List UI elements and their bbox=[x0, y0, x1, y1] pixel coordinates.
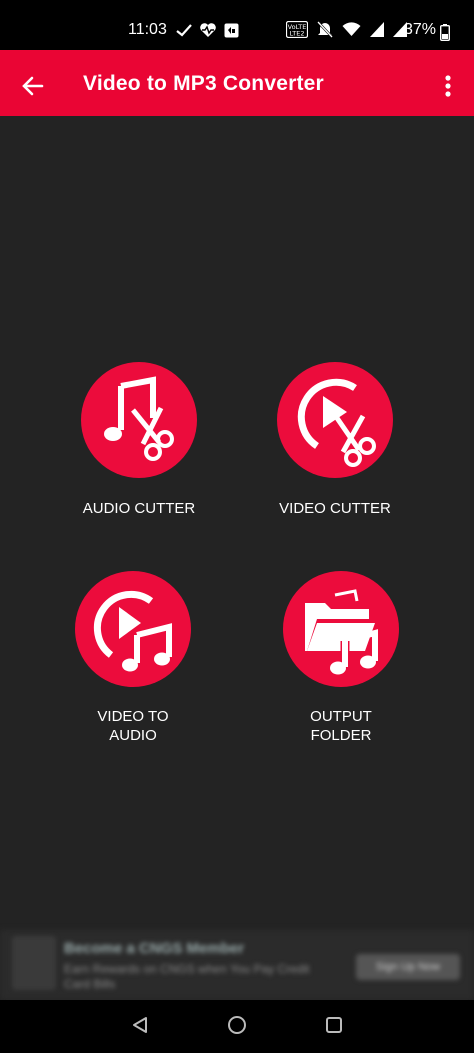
ad-cta-button[interactable]: Sign Up Now bbox=[356, 954, 460, 980]
recents-square-icon[interactable] bbox=[324, 1015, 344, 1035]
video-to-audio-button[interactable] bbox=[75, 571, 191, 687]
play-music-icon bbox=[93, 590, 172, 672]
ad-title[interactable]: Become a CNGS Member bbox=[64, 940, 244, 957]
play-scissors-icon bbox=[297, 378, 376, 467]
video-to-audio-label: VIDEO TO AUDIO bbox=[97, 708, 169, 744]
back-triangle-icon[interactable] bbox=[130, 1015, 150, 1035]
more-vert-icon[interactable] bbox=[438, 72, 458, 100]
svg-text:LTE2: LTE2 bbox=[290, 30, 305, 38]
heart-pulse-icon bbox=[200, 23, 216, 37]
audio-cutter-button[interactable] bbox=[81, 362, 197, 478]
status-right-icons: VoLTE LTE2 bbox=[286, 21, 407, 38]
page-title: Video to MP3 Converter bbox=[83, 72, 324, 95]
status-time: 11:03 bbox=[128, 21, 167, 38]
output-folder-button[interactable] bbox=[283, 571, 399, 687]
video-cutter-label: VIDEO CUTTER bbox=[279, 500, 391, 517]
signal-1-icon bbox=[370, 22, 384, 37]
app-notification-icon bbox=[224, 23, 239, 37]
battery-percent: 37% bbox=[404, 21, 437, 38]
output-folder-label: OUTPUT FOLDER bbox=[310, 708, 372, 744]
folder-music-icon bbox=[305, 589, 378, 675]
missed-call-icon bbox=[176, 24, 192, 37]
audio-cutter-label: AUDIO CUTTER bbox=[82, 500, 196, 517]
ad-thumbnail[interactable] bbox=[12, 936, 56, 990]
mute-icon bbox=[317, 21, 333, 38]
status-left-icons bbox=[176, 22, 239, 38]
battery-icon bbox=[440, 24, 450, 41]
home-circle-icon[interactable] bbox=[227, 1015, 247, 1035]
arrow-left-icon[interactable] bbox=[20, 73, 46, 99]
ad-subtitle[interactable]: Earn Rewards on CNGS when You Pay Credit… bbox=[64, 962, 324, 992]
music-scissors-icon bbox=[104, 376, 174, 461]
volte-icon: VoLTE LTE2 bbox=[286, 21, 308, 38]
video-cutter-button[interactable] bbox=[277, 362, 393, 478]
wifi-icon bbox=[342, 22, 361, 36]
